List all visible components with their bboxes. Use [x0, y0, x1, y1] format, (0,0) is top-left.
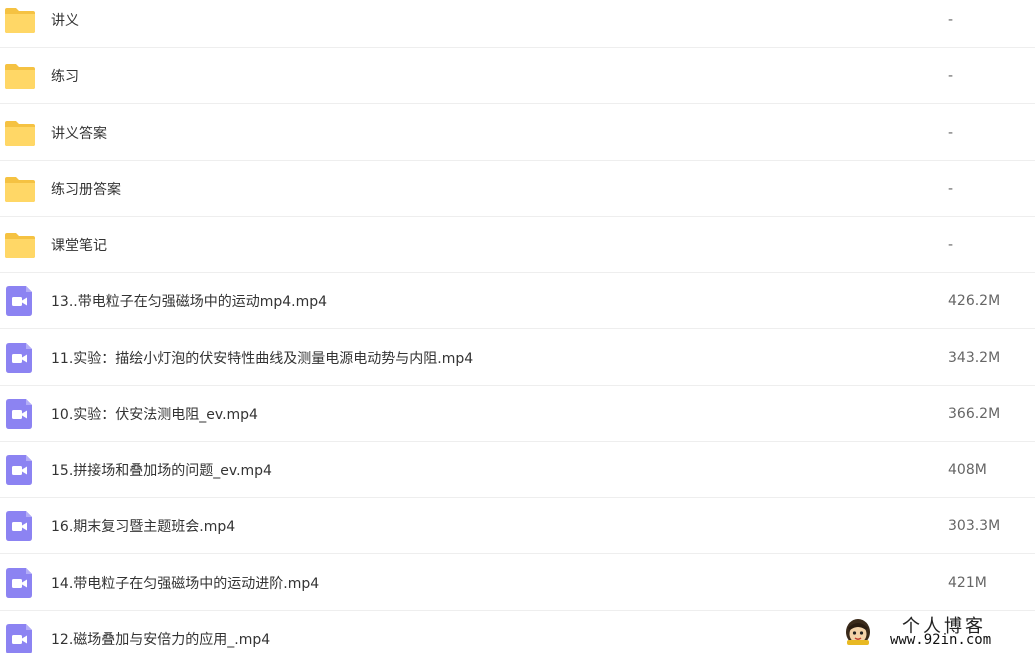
file-name: 10.实验：伏安法测电阻_ev.mp4 [51, 406, 258, 423]
file-name: 11.实验：描绘小灯泡的伏安特性曲线及测量电源电动势与内阻.mp4 [51, 350, 474, 367]
file-name: 15.拼接场和叠加场的问题_ev.mp4 [51, 462, 272, 479]
file-row-video[interactable]: 13..带电粒子在匀强磁场中的运动mp4.mp4 426.2M [0, 273, 1035, 329]
video-file-icon [4, 510, 36, 541]
file-name: 12.磁场叠加与安倍力的应用_.mp4 [51, 631, 271, 648]
file-row-video[interactable]: 14.带电粒子在匀强磁场中的运动进阶.mp4 421M [0, 555, 1035, 611]
video-file-icon [4, 398, 36, 429]
file-size: 408M [948, 461, 987, 478]
file-row-folder[interactable]: 练习册答案 - [0, 161, 1035, 217]
file-size: - [948, 236, 954, 253]
file-name: 练习 [51, 68, 79, 85]
video-file-icon [4, 342, 36, 373]
file-name: 13..带电粒子在匀强磁场中的运动mp4.mp4 [51, 293, 328, 310]
file-row-video[interactable]: 15.拼接场和叠加场的问题_ev.mp4 408M [0, 442, 1035, 498]
folder-icon [4, 61, 36, 91]
file-row-video[interactable]: 16.期末复习暨主题班会.mp4 303.3M [0, 498, 1035, 554]
avatar-logo-icon [844, 616, 872, 646]
watermark: 个人博客 www.92in.com [838, 612, 1028, 652]
file-size: 343.2M [948, 349, 1001, 366]
file-name: 练习册答案 [51, 181, 121, 198]
file-row-video[interactable]: 10.实验：伏安法测电阻_ev.mp4 366.2M [0, 386, 1035, 442]
folder-icon [4, 118, 36, 148]
file-size: - [948, 124, 954, 141]
file-size: 426.2M [948, 292, 1001, 309]
file-size: 366.2M [948, 405, 1001, 422]
file-size: - [948, 11, 954, 28]
folder-icon [4, 174, 36, 204]
file-row-folder[interactable]: 讲义答案 - [0, 105, 1035, 161]
file-size: 421M [948, 574, 987, 591]
file-name: 14.带电粒子在匀强磁场中的运动进阶.mp4 [51, 575, 320, 592]
video-file-icon [4, 454, 36, 485]
file-size: - [948, 67, 954, 84]
folder-icon [4, 5, 36, 35]
file-list: 讲义 - 练习 - 讲义答案 - 练习册答案 - 课堂笔记 - 13..带电粒子 [0, 0, 1035, 653]
folder-icon [4, 230, 36, 260]
file-name: 讲义 [51, 12, 79, 29]
file-name: 课堂笔记 [51, 237, 107, 254]
file-row-video[interactable]: 11.实验：描绘小灯泡的伏安特性曲线及测量电源电动势与内阻.mp4 343.2M [0, 330, 1035, 386]
file-name: 16.期末复习暨主题班会.mp4 [51, 518, 236, 535]
file-row-folder[interactable]: 课堂笔记 - [0, 217, 1035, 273]
video-file-icon [4, 623, 36, 653]
file-row-folder[interactable]: 讲义 - [0, 0, 1035, 48]
file-name: 讲义答案 [51, 125, 107, 142]
watermark-url: www.92in.com [890, 632, 992, 648]
video-file-icon [4, 567, 36, 598]
video-file-icon [4, 285, 36, 316]
file-size: 303.3M [948, 517, 1001, 534]
file-size: - [948, 180, 954, 197]
file-row-folder[interactable]: 练习 - [0, 48, 1035, 104]
